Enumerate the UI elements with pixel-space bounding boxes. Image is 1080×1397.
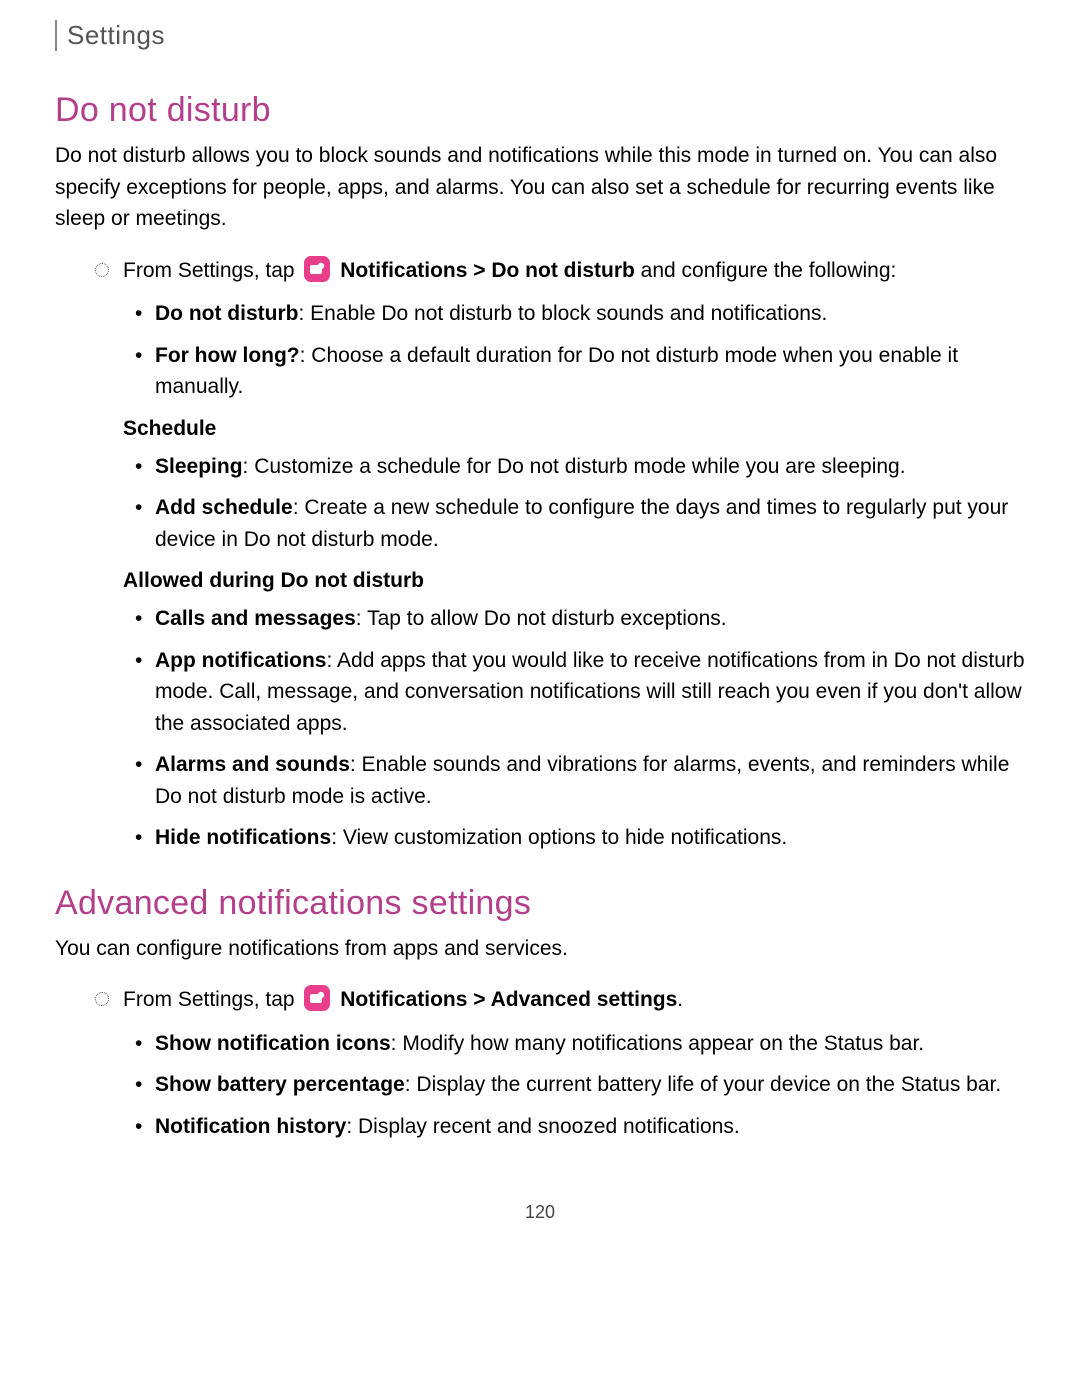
step-sep: > [467, 988, 490, 1011]
list-item: Alarms and sounds: Enable sounds and vib… [135, 749, 1025, 812]
step-prefix: From Settings, tap [123, 988, 300, 1011]
step-prefix: From Settings, tap [123, 259, 300, 282]
dnd-items-a: Do not disturb: Enable Do not disturb to… [135, 298, 1025, 403]
step-suffix: . [677, 988, 683, 1011]
notifications-icon [304, 256, 330, 282]
step-bullet-icon [95, 992, 109, 1006]
desc: : View customization options to hide not… [331, 826, 787, 849]
step-link-dnd: Do not disturb [491, 259, 634, 282]
term: Show battery percentage [155, 1073, 405, 1096]
step-link-notifications: Notifications [340, 988, 467, 1011]
allowed-items: Calls and messages: Tap to allow Do not … [135, 603, 1025, 854]
intro-advanced: You can configure notifications from app… [55, 933, 1025, 965]
list-item: App notifications: Add apps that you wou… [135, 645, 1025, 740]
term: Calls and messages [155, 607, 356, 630]
list-item: Notification history: Display recent and… [135, 1111, 1025, 1143]
term: Add schedule [155, 496, 293, 519]
advanced-items: Show notification icons: Modify how many… [135, 1028, 1025, 1143]
list-item: Calls and messages: Tap to allow Do not … [135, 603, 1025, 635]
heading-advanced: Advanced notifications settings [55, 884, 1025, 923]
step-dnd: From Settings, tap Notifications > Do no… [95, 255, 1025, 287]
step-advanced-text: From Settings, tap Notifications > Advan… [123, 984, 1025, 1016]
notifications-icon [304, 985, 330, 1011]
step-sep: > [467, 259, 491, 282]
term: Notification history [155, 1115, 346, 1138]
list-item: Add schedule: Create a new schedule to c… [135, 492, 1025, 555]
page-header-title: Settings [67, 20, 165, 50]
list-item: Show battery percentage: Display the cur… [135, 1069, 1025, 1101]
step-dnd-text: From Settings, tap Notifications > Do no… [123, 255, 1025, 287]
desc: : Customize a schedule for Do not distur… [243, 455, 906, 478]
subheading-schedule: Schedule [123, 417, 1025, 441]
term: App notifications [155, 649, 327, 672]
page-header: Settings [55, 20, 1025, 51]
desc: : Display the current battery life of yo… [405, 1073, 1001, 1096]
list-item: Do not disturb: Enable Do not disturb to… [135, 298, 1025, 330]
desc: : Modify how many notifications appear o… [391, 1032, 924, 1055]
term: Do not disturb [155, 302, 298, 325]
step-advanced: From Settings, tap Notifications > Advan… [95, 984, 1025, 1016]
term: For how long? [155, 344, 300, 367]
intro-dnd: Do not disturb allows you to block sound… [55, 140, 1025, 235]
step-suffix: and configure the following: [635, 259, 897, 282]
term: Hide notifications [155, 826, 331, 849]
subheading-allowed: Allowed during Do not disturb [123, 569, 1025, 593]
list-item: Sleeping: Customize a schedule for Do no… [135, 451, 1025, 483]
term: Show notification icons [155, 1032, 391, 1055]
term: Alarms and sounds [155, 753, 350, 776]
step-bullet-icon [95, 263, 109, 277]
desc: : Display recent and snoozed notificatio… [346, 1115, 739, 1138]
list-item: Show notification icons: Modify how many… [135, 1028, 1025, 1060]
step-link-advanced: Advanced settings [491, 988, 678, 1011]
step-link-notifications: Notifications [340, 259, 467, 282]
term: Sleeping [155, 455, 243, 478]
list-item: For how long?: Choose a default duration… [135, 340, 1025, 403]
desc: : Enable Do not disturb to block sounds … [298, 302, 827, 325]
heading-do-not-disturb: Do not disturb [55, 91, 1025, 130]
desc: : Tap to allow Do not disturb exceptions… [356, 607, 727, 630]
schedule-items: Sleeping: Customize a schedule for Do no… [135, 451, 1025, 556]
list-item: Hide notifications: View customization o… [135, 822, 1025, 854]
page-number: 120 [55, 1202, 1025, 1223]
